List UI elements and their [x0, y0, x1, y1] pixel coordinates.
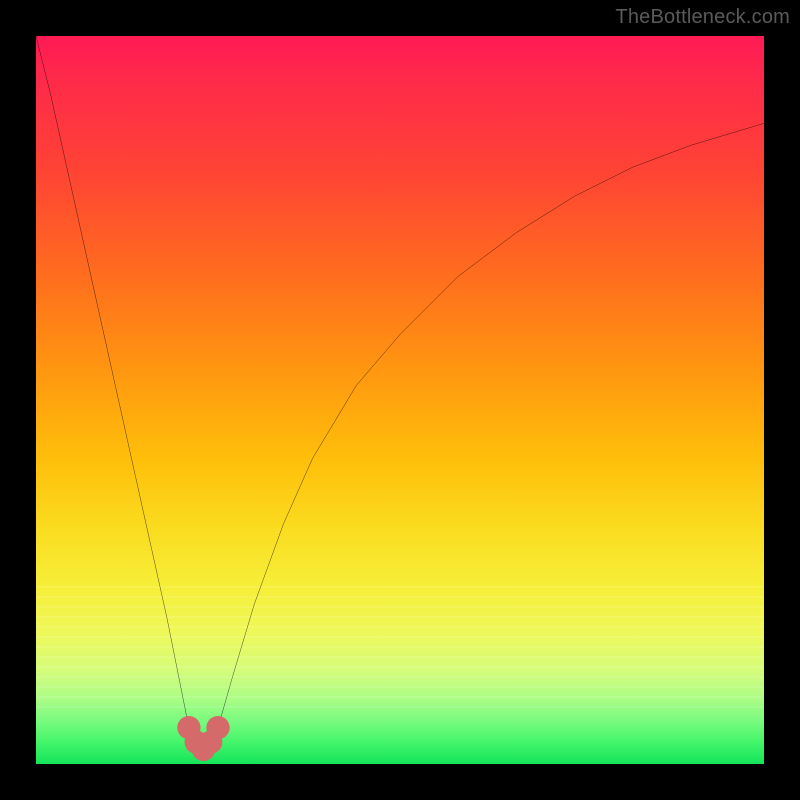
dip-marker-right: [206, 716, 229, 739]
dip-markers: [177, 716, 229, 761]
dip-marker-left: [177, 716, 200, 739]
dip-marker-mid-l: [185, 731, 208, 754]
bottleneck-curve: [36, 36, 764, 749]
dip-marker-mid-r: [199, 731, 222, 754]
lowlight-bands: [36, 586, 764, 716]
chart-frame: TheBottleneck.com: [0, 0, 800, 800]
attribution-text: TheBottleneck.com: [615, 6, 790, 29]
dip-marker-center: [192, 738, 215, 761]
plot-area: [36, 36, 764, 764]
curve-layer: [36, 36, 764, 764]
